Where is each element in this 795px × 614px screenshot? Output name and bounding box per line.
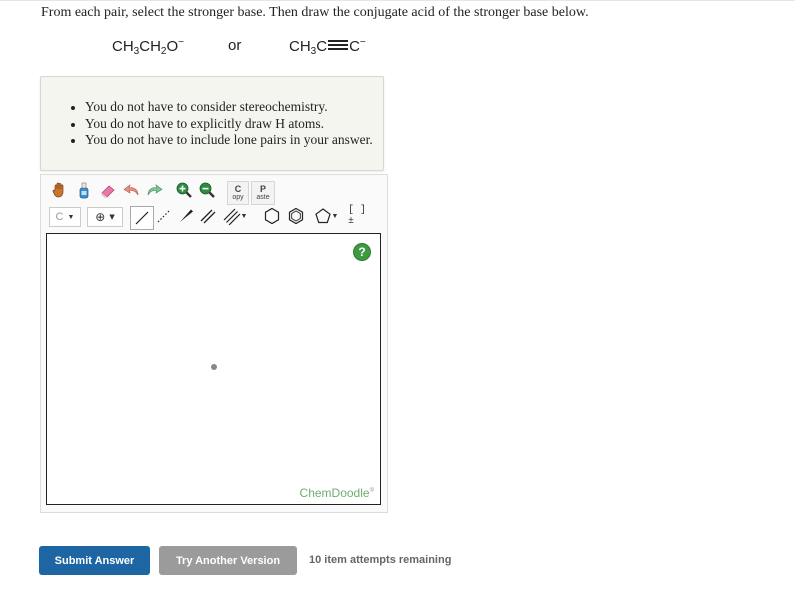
redo-icon[interactable]	[145, 181, 163, 199]
cyclohexane-icon[interactable]	[263, 207, 281, 225]
dashed-bond-icon[interactable]	[155, 207, 173, 225]
eraser-icon[interactable]	[99, 181, 117, 199]
instructions-list: You do not have to consider stereochemis…	[71, 99, 373, 149]
instructions-box: You do not have to consider stereochemis…	[40, 76, 384, 171]
formula-part: CH	[289, 38, 311, 55]
triple-bond-symbol	[328, 40, 349, 50]
drawing-canvas[interactable]: ? ChemDoodle®	[46, 233, 381, 505]
copy-label-top: C	[234, 183, 242, 194]
formula-part: CH	[112, 38, 134, 55]
chevron-down-icon: ▼	[331, 212, 339, 220]
hand-icon[interactable]	[51, 181, 69, 199]
instruction-item: You do not have to include lone pairs in…	[71, 132, 373, 149]
carbon-atom-selector[interactable]: C ▼	[49, 207, 81, 227]
formula-part: CH	[139, 38, 161, 55]
copy-button[interactable]: C opy	[227, 181, 249, 205]
attempts-remaining-text: 10 item attempts remaining	[309, 554, 452, 566]
paste-label-bottom: aste	[256, 193, 270, 201]
zoom-out-icon[interactable]	[198, 181, 216, 199]
benzene-icon[interactable]	[287, 207, 305, 225]
double-bond-icon[interactable]	[199, 207, 217, 225]
wedge-bond-icon[interactable]	[177, 207, 195, 225]
paste-button[interactable]: P aste	[251, 181, 275, 205]
try-another-version-button[interactable]: Try Another Version	[159, 546, 297, 575]
question-text: From each pair, select the stronger base…	[41, 5, 589, 20]
chevron-down-icon: ▼	[109, 213, 115, 221]
chemdoodle-brand: ChemDoodle®	[300, 486, 374, 500]
bottle-icon[interactable]	[75, 181, 93, 199]
canvas-center-dot	[211, 364, 217, 370]
formula-part: C	[349, 38, 360, 55]
chevron-down-icon: ▼	[240, 212, 248, 220]
charge-selector[interactable]: ⊕ ▼	[87, 207, 123, 227]
submit-answer-button[interactable]: Submit Answer	[39, 546, 150, 575]
top-border	[0, 0, 795, 1]
charge-label: ⊕	[95, 210, 106, 224]
undo-icon[interactable]	[123, 181, 141, 199]
formula-part: O	[166, 38, 179, 55]
zoom-in-icon[interactable]	[175, 181, 193, 199]
help-icon[interactable]: ?	[353, 243, 371, 261]
triple-bond-icon[interactable]: ▼	[221, 207, 249, 225]
formula-charge: −	[178, 37, 184, 48]
formula-charge: −	[359, 37, 366, 48]
base-option-propynide[interactable]: CH3C C−	[289, 37, 366, 57]
bracket-charge-button[interactable]: [ ]±	[348, 205, 370, 227]
brand-mark: ®	[369, 488, 374, 494]
instruction-item: You do not have to consider stereochemis…	[71, 99, 373, 116]
brand-text: ChemDoodle	[299, 486, 370, 500]
or-label: or	[228, 37, 242, 54]
formula-part: C	[316, 38, 328, 55]
copy-label-bottom: opy	[232, 193, 244, 201]
paste-label-top: P	[259, 183, 266, 194]
chem-editor: C opy P aste C ▼ ⊕ ▼ ▼ ▼ [ ]± ? ChemDoodle…	[40, 174, 388, 513]
chevron-down-icon: ▼	[67, 213, 75, 221]
carbon-label: C	[55, 211, 64, 223]
instruction-item: You do not have to explicitly draw H ato…	[71, 116, 373, 133]
cyclopentane-icon[interactable]: ▼	[311, 207, 341, 225]
base-option-ethoxide[interactable]: CH3CH2O−	[112, 37, 184, 57]
single-bond-icon[interactable]	[130, 206, 154, 230]
